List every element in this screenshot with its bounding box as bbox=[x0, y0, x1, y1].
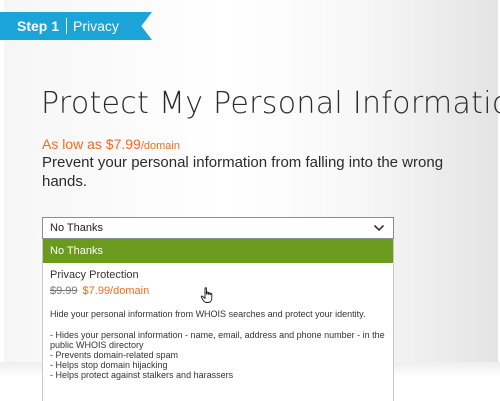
page-title: Protect My Personal Information bbox=[41, 86, 500, 121]
price-line: As low as $7.99/domain bbox=[42, 136, 180, 152]
step-name: Privacy bbox=[73, 18, 119, 34]
bullet-item: - Helps protect against stalkers and har… bbox=[50, 370, 234, 380]
bullet-item: - Hides your personal information - name… bbox=[50, 330, 385, 350]
option-privacy-info: Hide your personal information from WHOI… bbox=[50, 309, 366, 319]
option-privacy-protection[interactable]: Privacy Protection $9.99 $7.99/domain Hid… bbox=[43, 263, 393, 380]
option-no-thanks-label: No Thanks bbox=[50, 245, 103, 257]
description-text: Prevent your personal information from f… bbox=[42, 154, 444, 190]
new-price: $7.99/domain bbox=[82, 285, 150, 297]
option-privacy-title: Privacy Protection bbox=[50, 269, 139, 281]
hand-pointer-icon bbox=[200, 287, 213, 303]
select-dropdown-list: No Thanks Privacy Protection $9.99 $7.99/… bbox=[42, 239, 394, 401]
page: Step 1 Privacy Protect My Personal Infor… bbox=[0, 0, 500, 401]
bullet-item: - Helps stop domain hijacking bbox=[50, 360, 168, 370]
option-privacy-prices: $9.99 $7.99/domain bbox=[50, 285, 386, 297]
chevron-down-icon[interactable] bbox=[373, 222, 385, 234]
step-banner: Step 1 Privacy bbox=[0, 12, 152, 40]
bullet-item: - Prevents domain-related spam bbox=[50, 350, 179, 360]
price-prefix: As low as $7.99 bbox=[42, 136, 141, 152]
old-price: $9.99 bbox=[50, 285, 78, 297]
privacy-select[interactable]: No Thanks bbox=[42, 217, 394, 239]
option-no-thanks[interactable]: No Thanks bbox=[43, 239, 393, 263]
price-suffix: /domain bbox=[140, 140, 180, 152]
step-divider bbox=[66, 18, 68, 34]
select-value: No Thanks bbox=[50, 222, 103, 234]
option-privacy-bullets: - Hides your personal information - name… bbox=[50, 330, 386, 380]
step-number: Step 1 bbox=[17, 18, 60, 34]
